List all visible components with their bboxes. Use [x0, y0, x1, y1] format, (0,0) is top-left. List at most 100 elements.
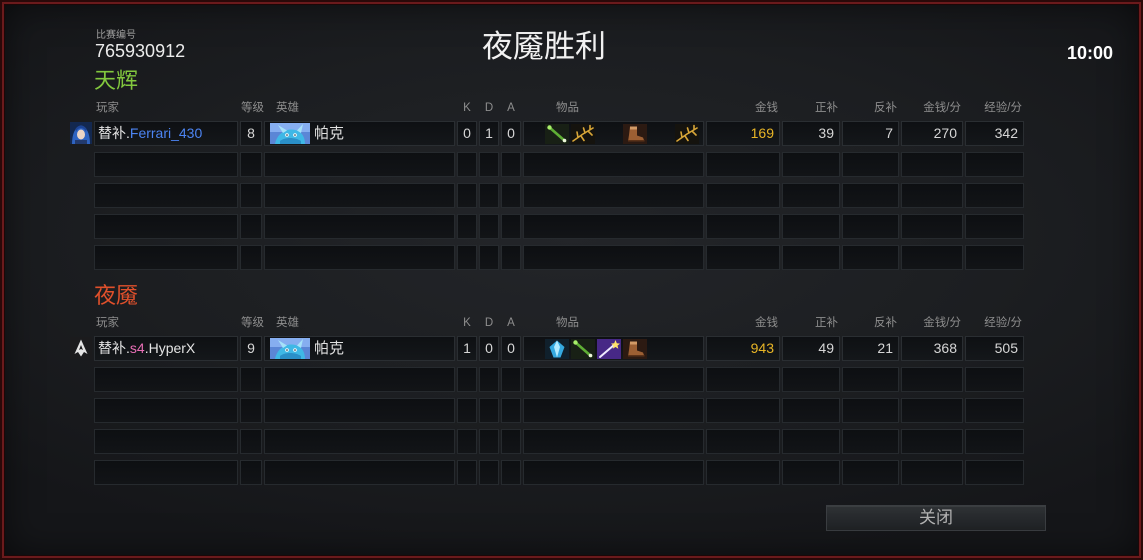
item-slot: [545, 123, 569, 144]
item-slot: [571, 338, 595, 359]
empty-player-cell: [94, 367, 238, 392]
empty-denies-cell: [842, 460, 899, 485]
player-deaths: 1: [479, 121, 499, 146]
empty-player-row: [94, 398, 1024, 423]
empty-player-cell: [94, 245, 238, 270]
empty-level-cell: [240, 429, 262, 454]
hero-cell: 帕克: [264, 121, 455, 146]
empty-last-hits-cell: [782, 460, 840, 485]
empty-assists-cell: [501, 398, 521, 423]
purple-wand-item-icon: [597, 338, 621, 359]
player-row: 替补.s4.HyperX 9 帕克 1 0 0 943 49 21 368 505: [70, 336, 1024, 361]
empty-last-hits-cell: [782, 429, 840, 454]
player-avatar[interactable]: [70, 337, 92, 359]
empty-last-hits-cell: [782, 183, 840, 208]
empty-hero-cell: [264, 152, 455, 177]
empty-xp-per-min-cell: [965, 245, 1024, 270]
player-avatar[interactable]: [70, 122, 92, 144]
column-header-level: 等级: [241, 317, 264, 329]
player-gold: 169: [706, 121, 780, 146]
empty-last-hits-cell: [782, 214, 840, 239]
empty-player-cell: [94, 429, 238, 454]
player-xp-per-min: 505: [965, 336, 1024, 361]
empty-hero-cell: [264, 214, 455, 239]
player-name-part: s4: [129, 340, 145, 356]
empty-deaths-cell: [479, 214, 499, 239]
empty-denies-cell: [842, 367, 899, 392]
column-header-kills: K: [463, 102, 471, 114]
item-slot: [597, 338, 621, 359]
empty-kills-cell: [457, 460, 477, 485]
hero-portrait: [270, 123, 310, 144]
empty-last-hits-cell: [782, 398, 840, 423]
player-name[interactable]: 替补.s4.HyperX: [94, 336, 238, 361]
puck-hero-icon: [270, 338, 310, 359]
empty-kills-cell: [457, 398, 477, 423]
empty-denies-cell: [842, 183, 899, 208]
empty-player-cell: [94, 183, 238, 208]
empty-level-cell: [240, 367, 262, 392]
empty-gold-per-min-cell: [901, 429, 963, 454]
empty-gold-per-min-cell: [901, 152, 963, 177]
empty-item-slot: [649, 339, 673, 359]
column-header-hero: 英雄: [276, 317, 299, 329]
empty-player-cell: [94, 214, 238, 239]
empty-item-slot: [597, 124, 621, 144]
player-level: 9: [240, 336, 262, 361]
empty-assists-cell: [501, 367, 521, 392]
column-header-assists: A: [507, 317, 515, 329]
empty-xp-per-min-cell: [965, 214, 1024, 239]
empty-player-row: [94, 214, 1024, 239]
column-header-denies: 反补: [874, 102, 897, 114]
column-header-last-hits: 正补: [815, 317, 838, 329]
empty-player-cell: [94, 152, 238, 177]
empty-level-cell: [240, 183, 262, 208]
empty-xp-per-min-cell: [965, 429, 1024, 454]
close-button-label: 关闭: [919, 508, 953, 527]
empty-xp-per-min-cell: [965, 460, 1024, 485]
column-header-last-hits: 正补: [815, 102, 838, 114]
player-assists: 0: [501, 336, 521, 361]
empty-item-slot: [649, 124, 673, 144]
column-header-items: 物品: [556, 102, 579, 114]
empty-assists-cell: [501, 152, 521, 177]
empty-hero-cell: [264, 367, 455, 392]
empty-last-hits-cell: [782, 152, 840, 177]
player-gold-per-min: 368: [901, 336, 963, 361]
blue-crystal-item-icon: [545, 338, 569, 359]
player-last-hits: 49: [782, 336, 840, 361]
empty-gold-per-min-cell: [901, 214, 963, 239]
white-emblem-avatar-icon: [70, 337, 92, 359]
empty-level-cell: [240, 152, 262, 177]
item-slot: [545, 338, 569, 359]
hero-cell: 帕克: [264, 336, 455, 361]
empty-hero-cell: [264, 460, 455, 485]
column-header-player: 玩家: [96, 317, 119, 329]
empty-kills-cell: [457, 183, 477, 208]
post-game-scoreboard: 比赛编号 765930912 夜魇胜利 10:00 天辉 玩家 等级 英雄 K D A 物品…: [0, 0, 1143, 560]
radiant-team-section: 天辉 玩家 等级 英雄 K D A 物品 金钱 正补 反补 金钱/分 经验/分 替补.Ferrari_…: [0, 68, 1143, 288]
empty-level-cell: [240, 398, 262, 423]
result-title: 夜魇胜利: [482, 29, 606, 65]
hero-name: 帕克: [314, 340, 345, 357]
column-header-xp-per-min: 经验/分: [984, 102, 1022, 114]
empty-last-hits-cell: [782, 245, 840, 270]
blue-haired-portrait-avatar-icon: [70, 122, 92, 144]
column-header-hero: 英雄: [276, 102, 299, 114]
empty-denies-cell: [842, 245, 899, 270]
empty-level-cell: [240, 460, 262, 485]
empty-player-row: [94, 429, 1024, 454]
player-name[interactable]: 替补.Ferrari_430: [94, 121, 238, 146]
empty-item-slot: [675, 339, 699, 359]
column-header-gold: 金钱: [755, 317, 778, 329]
empty-items-cell: [523, 183, 704, 208]
empty-gold-cell: [706, 367, 780, 392]
boots-item-icon: [623, 123, 647, 144]
empty-gold-per-min-cell: [901, 460, 963, 485]
empty-assists-cell: [501, 183, 521, 208]
empty-gold-per-min-cell: [901, 245, 963, 270]
empty-gold-cell: [706, 429, 780, 454]
empty-xp-per-min-cell: [965, 367, 1024, 392]
close-button[interactable]: 关闭: [826, 505, 1046, 531]
player-row: 替补.Ferrari_430 8 帕克 0 1 0 169 39 7 270 342: [70, 121, 1024, 146]
